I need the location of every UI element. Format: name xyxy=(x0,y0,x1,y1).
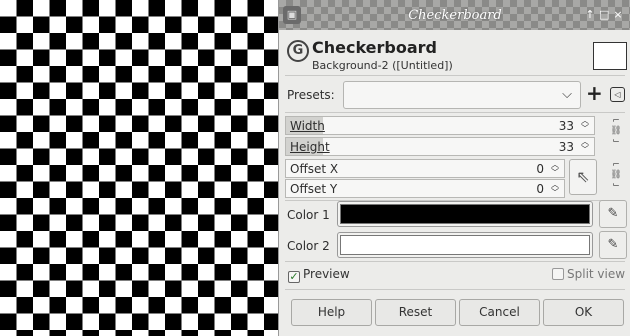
split-view-checkbox[interactable]: Split view xyxy=(552,267,625,281)
dialog-heading: Checkerboard xyxy=(312,38,438,57)
title-bar[interactable]: ▣ Checkerboard ↑□× xyxy=(279,0,630,30)
keep-above-icon[interactable]: ↑ xyxy=(585,8,599,21)
offset-x-label: Offset X xyxy=(290,162,339,176)
split-view-label: Split view xyxy=(567,267,626,281)
preset-menu-icon[interactable]: ◁ xyxy=(610,87,625,102)
color-picker-icon[interactable]: ✎ xyxy=(599,200,627,228)
color2-swatch xyxy=(340,235,590,255)
offset-x-field[interactable]: Offset X 0 ︿ ﹀ xyxy=(285,159,565,178)
chain-link-icon[interactable]: ⌐ ⛓ ⌙ xyxy=(609,160,623,190)
chevron-down-icon: ⌵ xyxy=(562,87,572,102)
divider xyxy=(285,261,625,262)
offset-y-label: Offset Y xyxy=(290,182,338,196)
maximize-icon[interactable]: □ xyxy=(599,8,613,21)
dialog-subtitle: Background-2 ([Untitled]) xyxy=(312,59,453,72)
ok-button[interactable]: OK xyxy=(543,299,624,326)
window-title: Checkerboard xyxy=(408,8,502,23)
color2-button[interactable] xyxy=(337,232,593,258)
color1-swatch xyxy=(340,204,590,224)
spin-arrows-icon[interactable]: ︿ ﹀ xyxy=(581,117,589,133)
spin-arrows-icon[interactable]: ︿ ﹀ xyxy=(551,181,559,197)
divider xyxy=(285,75,625,76)
checkerboard-dialog: ▣ Checkerboard ↑□× G Checkerboard Backgr… xyxy=(278,0,630,336)
add-preset-button[interactable]: + xyxy=(586,82,603,104)
close-icon[interactable]: × xyxy=(613,8,627,21)
height-spin-scale[interactable]: Height 33 ︿ ﹀ xyxy=(285,137,595,156)
checkbox-box xyxy=(552,268,564,280)
offset-y-field[interactable]: Offset Y 0 ︿ ﹀ xyxy=(285,179,565,198)
chain-link-icon[interactable]: ⌐ ⛓ ⌙ xyxy=(609,116,623,146)
color2-label: Color 2 xyxy=(287,239,330,253)
image-canvas[interactable] xyxy=(0,0,278,336)
gimp-filter-icon: G xyxy=(287,40,309,62)
presets-label: Presets: xyxy=(287,88,335,102)
width-label: Width xyxy=(290,119,325,133)
divider xyxy=(285,289,625,290)
help-button[interactable]: Help xyxy=(291,299,372,326)
pick-coordinates-pointer-icon[interactable]: ⇖ xyxy=(569,159,597,195)
presets-combo[interactable]: ⌵ xyxy=(343,81,581,109)
drawable-preview-thumbnail xyxy=(593,42,627,70)
spin-arrows-icon[interactable]: ︿ ﹀ xyxy=(551,161,559,177)
divider xyxy=(285,112,625,113)
offset-x-value: 0 xyxy=(536,162,544,176)
cancel-button[interactable]: Cancel xyxy=(459,299,540,326)
checkmark-icon: ✓ xyxy=(288,270,300,283)
preview-label: Preview xyxy=(303,267,350,281)
height-label: Height xyxy=(290,140,330,154)
window-controls: ↑□× xyxy=(585,8,627,21)
height-value: 33 xyxy=(558,140,574,154)
width-value: 33 xyxy=(558,119,574,133)
spin-arrows-icon[interactable]: ︿ ﹀ xyxy=(581,138,589,154)
reset-button[interactable]: Reset xyxy=(375,299,456,326)
width-spin-scale[interactable]: Width 33 ︿ ﹀ xyxy=(285,116,595,135)
color1-button[interactable] xyxy=(337,201,593,227)
color1-label: Color 1 xyxy=(287,208,330,222)
color-picker-icon[interactable]: ✎ xyxy=(599,231,627,259)
offset-y-value: 0 xyxy=(536,182,544,196)
preview-checkbox[interactable]: ✓ Preview xyxy=(288,267,350,283)
